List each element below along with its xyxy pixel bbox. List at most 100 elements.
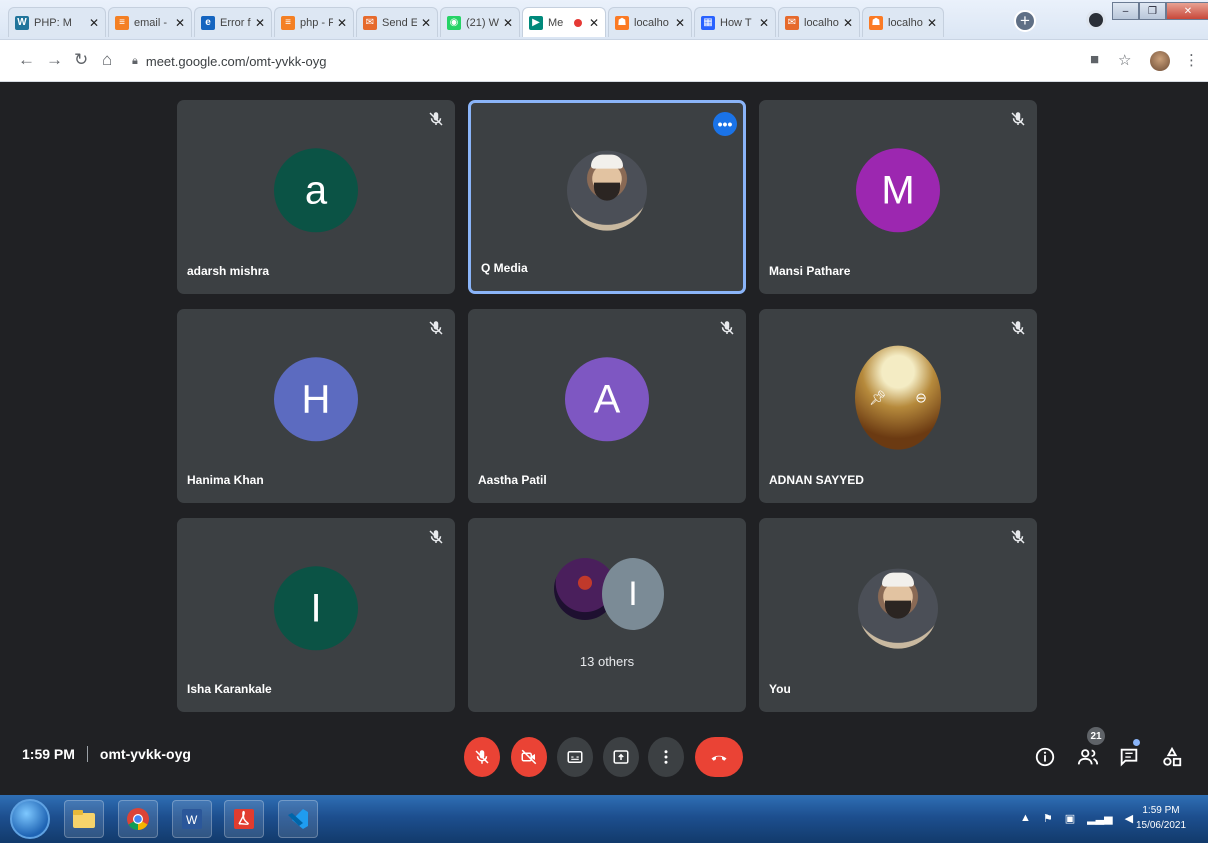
tab-title: Send E <box>382 16 417 29</box>
acrobat-icon[interactable] <box>224 800 264 838</box>
address-bar[interactable]: 🔒︎ meet.google.com/omt-yvkk-oyg <box>132 50 326 72</box>
tile-more-options-button[interactable]: ••• <box>713 112 737 136</box>
tab-title: localho <box>634 16 669 29</box>
meet-icon: ▶ <box>529 15 543 30</box>
tab-close-icon[interactable]: ✕ <box>337 16 347 30</box>
more-options-button[interactable] <box>648 737 684 777</box>
participant-tile[interactable]: I Isha Karankale <box>177 518 455 712</box>
browser-tab[interactable]: ✉ localho ✕ <box>778 7 860 37</box>
camera-toggle-button[interactable] <box>511 737 547 777</box>
tab-title: localho <box>804 16 839 29</box>
browser-tab[interactable]: ◉ (21) W ✕ <box>440 7 520 37</box>
show-hidden-icon[interactable]: ▲ <box>1020 812 1031 825</box>
captions-button[interactable] <box>557 737 593 777</box>
meeting-time: 1:59 PM <box>22 746 75 762</box>
tab-title: Me <box>548 16 564 29</box>
clock-date: 15/06/2021 <box>1135 820 1187 831</box>
avatar: M <box>856 148 940 233</box>
start-button[interactable] <box>10 799 50 839</box>
tab-close-icon[interactable]: ✕ <box>421 16 431 30</box>
tab-close-icon[interactable]: ✕ <box>927 16 937 30</box>
browser-tab[interactable]: ≡ email - ✕ <box>108 7 192 37</box>
home-icon[interactable]: ⌂ <box>102 50 112 70</box>
screen: W PHP: M ✕ ≡ email - ✕ e Error f ✕ ≡ php - F ✕ ✉ Send… <box>0 0 1208 843</box>
reload-icon[interactable]: ↻ <box>74 50 88 70</box>
chrome-profile-icon[interactable] <box>1086 10 1106 30</box>
avatar: I <box>274 566 358 651</box>
close-window-button[interactable]: ✕ <box>1166 2 1208 20</box>
phone-hangup-icon <box>711 755 727 761</box>
xampp-icon: ☗ <box>869 15 883 30</box>
avatar: H <box>274 357 358 442</box>
new-tab-button[interactable]: + <box>1014 10 1036 32</box>
bookmark-star-icon[interactable]: ☆ <box>1118 51 1131 69</box>
camera-icon[interactable]: ■ <box>1090 51 1099 68</box>
mic-off-icon <box>1009 319 1027 337</box>
tab-title: localho <box>888 16 923 29</box>
remove-icon[interactable]: ⊖ <box>915 390 927 407</box>
device-icon[interactable]: ▣ <box>1065 812 1075 825</box>
chrome-icon[interactable] <box>118 800 158 838</box>
tab-title: How T <box>720 16 752 29</box>
mic-off-icon <box>427 528 445 546</box>
pin-icon[interactable]: 📌︎ <box>869 390 887 407</box>
menu-kebab-icon[interactable]: ⋮ <box>1184 51 1199 69</box>
tab-close-icon[interactable]: ✕ <box>675 16 685 30</box>
present-button[interactable] <box>603 737 639 777</box>
tab-close-icon[interactable]: ✕ <box>759 16 769 30</box>
tab-close-icon[interactable]: ✕ <box>89 16 99 30</box>
browser-tab[interactable]: ✉ Send E ✕ <box>356 7 438 37</box>
mic-off-icon <box>1009 528 1027 546</box>
mic-toggle-button[interactable] <box>464 737 500 777</box>
participant-tile[interactable]: 📌︎ ⊖ ADNAN SAYYED <box>759 309 1037 503</box>
profile-avatar[interactable] <box>1150 51 1170 71</box>
people-icon[interactable] <box>1077 746 1099 768</box>
chat-icon[interactable] <box>1118 746 1140 768</box>
whatsapp-icon: ◉ <box>447 15 461 30</box>
tab-close-icon[interactable]: ✕ <box>843 16 853 30</box>
meeting-code[interactable]: omt-yvkk-oyg <box>100 746 191 762</box>
participant-tile[interactable]: You <box>759 518 1037 712</box>
participant-tile[interactable]: Q Media ••• <box>468 100 746 294</box>
avatar <box>858 568 938 649</box>
taskbar-clock[interactable]: 1:59 PM 15/06/2021 <box>1126 803 1196 833</box>
vscode-icon[interactable] <box>278 800 318 838</box>
file-explorer-icon[interactable] <box>64 800 104 838</box>
network-icon[interactable]: ▂▃▅ <box>1087 812 1112 825</box>
window-controls: – ❐ ✕ <box>1112 2 1208 20</box>
restore-button[interactable]: ❐ <box>1139 2 1166 20</box>
word-icon[interactable]: W <box>172 800 212 838</box>
back-icon[interactable]: ← <box>18 50 35 70</box>
browser-tab[interactable]: W PHP: M ✕ <box>8 7 106 37</box>
tab-close-icon[interactable]: ✕ <box>255 16 265 30</box>
browser-tab[interactable]: e Error f ✕ <box>194 7 272 37</box>
system-tray: ▲ ⚑ ▣ ▂▃▅ ◀︎ <box>1020 812 1133 825</box>
flag-icon[interactable]: ⚑ <box>1043 812 1053 825</box>
browser-tab[interactable]: ≡ php - F ✕ <box>274 7 354 37</box>
activities-icon[interactable] <box>1161 746 1183 768</box>
tab-title: (21) W <box>466 16 499 29</box>
mic-off-icon <box>427 319 445 337</box>
mic-off-icon <box>718 319 736 337</box>
avatar <box>567 150 647 231</box>
leave-call-button[interactable] <box>695 737 743 777</box>
tab-close-icon[interactable]: ✕ <box>589 16 599 30</box>
participant-count-badge: 21 <box>1087 727 1105 745</box>
participant-tile[interactable]: H Hanima Khan <box>177 309 455 503</box>
browser-tab[interactable]: ▦ How T ✕ <box>694 7 776 37</box>
participant-tile[interactable]: a adarsh mishra <box>177 100 455 294</box>
tab-close-icon[interactable]: ✕ <box>175 16 185 30</box>
participant-tile[interactable]: M Mansi Pathare <box>759 100 1037 294</box>
meeting-details-icon[interactable] <box>1034 746 1056 768</box>
w-icon: W <box>15 15 29 30</box>
participant-tile[interactable]: A Aastha Patil <box>468 309 746 503</box>
recording-dot-icon <box>573 18 582 27</box>
participant-name: You <box>769 682 791 696</box>
minimize-button[interactable]: – <box>1112 2 1139 20</box>
browser-tab[interactable]: ▶ Me ✕ <box>522 7 606 37</box>
forward-icon[interactable]: → <box>46 50 63 70</box>
browser-tab[interactable]: ☗ localho ✕ <box>608 7 692 37</box>
participant-tile[interactable]: I 13 others <box>468 518 746 712</box>
browser-tab[interactable]: ☗ localho ✕ <box>862 7 944 37</box>
tab-close-icon[interactable]: ✕ <box>503 16 513 30</box>
